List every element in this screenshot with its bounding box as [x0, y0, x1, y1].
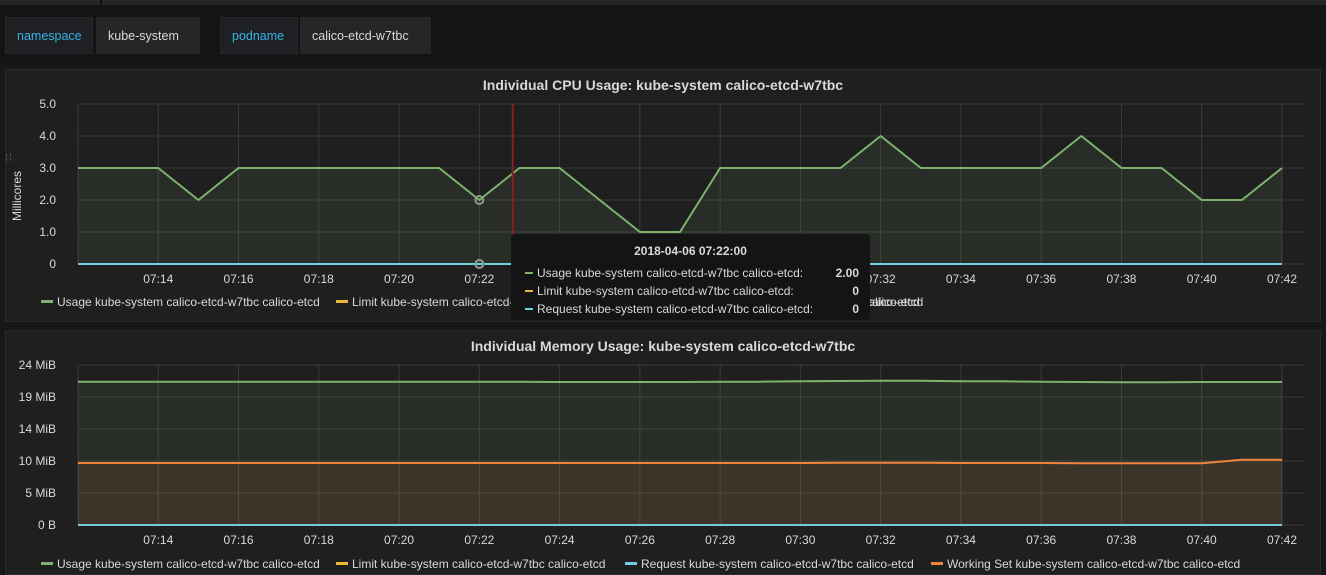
series-swatch — [525, 307, 533, 310]
x-tick-label: 07:28 — [705, 533, 735, 547]
x-tick-label: 07:26 — [625, 533, 655, 547]
x-tick-label: 07:38 — [1106, 533, 1136, 547]
x-tick-label: 07:20 — [384, 533, 414, 547]
legend-swatch — [625, 562, 637, 566]
x-tick-label: 07:16 — [224, 533, 254, 547]
series-swatch — [525, 289, 533, 292]
y-tick-label: 10 MiB — [19, 454, 56, 468]
legend-swatch — [336, 562, 348, 566]
tooltip-value: 0 — [852, 302, 859, 316]
x-tick-label: 07:14 — [143, 533, 173, 547]
x-tick-label: 07:18 — [304, 533, 334, 547]
tooltip-series-label: Usage kube-system calico-etcd-w7tbc cali… — [537, 266, 804, 280]
x-tick-label: 07:34 — [946, 533, 976, 547]
x-tick-label: 07:30 — [785, 533, 815, 547]
series-swatch — [525, 271, 533, 274]
x-tick-label: 07:42 — [1267, 533, 1297, 547]
x-tick-label: 07:32 — [866, 533, 896, 547]
x-tick-label: 07:22 — [464, 533, 494, 547]
legend-swatch — [41, 562, 53, 566]
y-tick-label: 24 MiB — [19, 358, 56, 372]
tooltip-value: 2.00 — [835, 266, 859, 280]
y-tick-label: 19 MiB — [19, 390, 56, 404]
tooltip-value: 0 — [852, 284, 859, 298]
tooltip-row: Usage kube-system calico-etcd-w7tbc cali… — [525, 266, 859, 282]
x-tick-label: 07:36 — [1026, 533, 1056, 547]
tooltip-row: Request kube-system calico-etcd-w7tbc ca… — [525, 302, 859, 318]
y-tick-label: 14 MiB — [19, 422, 56, 436]
series-area — [78, 459, 1282, 525]
tooltip-time: 2018-04-06 07:22:00 — [634, 244, 747, 258]
legend-swatch — [931, 562, 943, 566]
tooltip-series-label: Limit kube-system calico-etcd-w7tbc cali… — [537, 284, 794, 298]
tooltip-row: Limit kube-system calico-etcd-w7tbc cali… — [525, 284, 859, 300]
x-tick-label: 07:24 — [545, 533, 575, 547]
series-line — [78, 379, 1282, 384]
graph-tooltip: 2018-04-06 07:22:00 Usage kube-system ca… — [511, 234, 870, 320]
y-tick-label: 0 B — [38, 518, 56, 532]
y-tick-label: 5 MiB — [25, 486, 56, 500]
tooltip-series-label: Request kube-system calico-etcd-w7tbc ca… — [537, 302, 814, 316]
x-tick-label: 07:40 — [1187, 533, 1217, 547]
